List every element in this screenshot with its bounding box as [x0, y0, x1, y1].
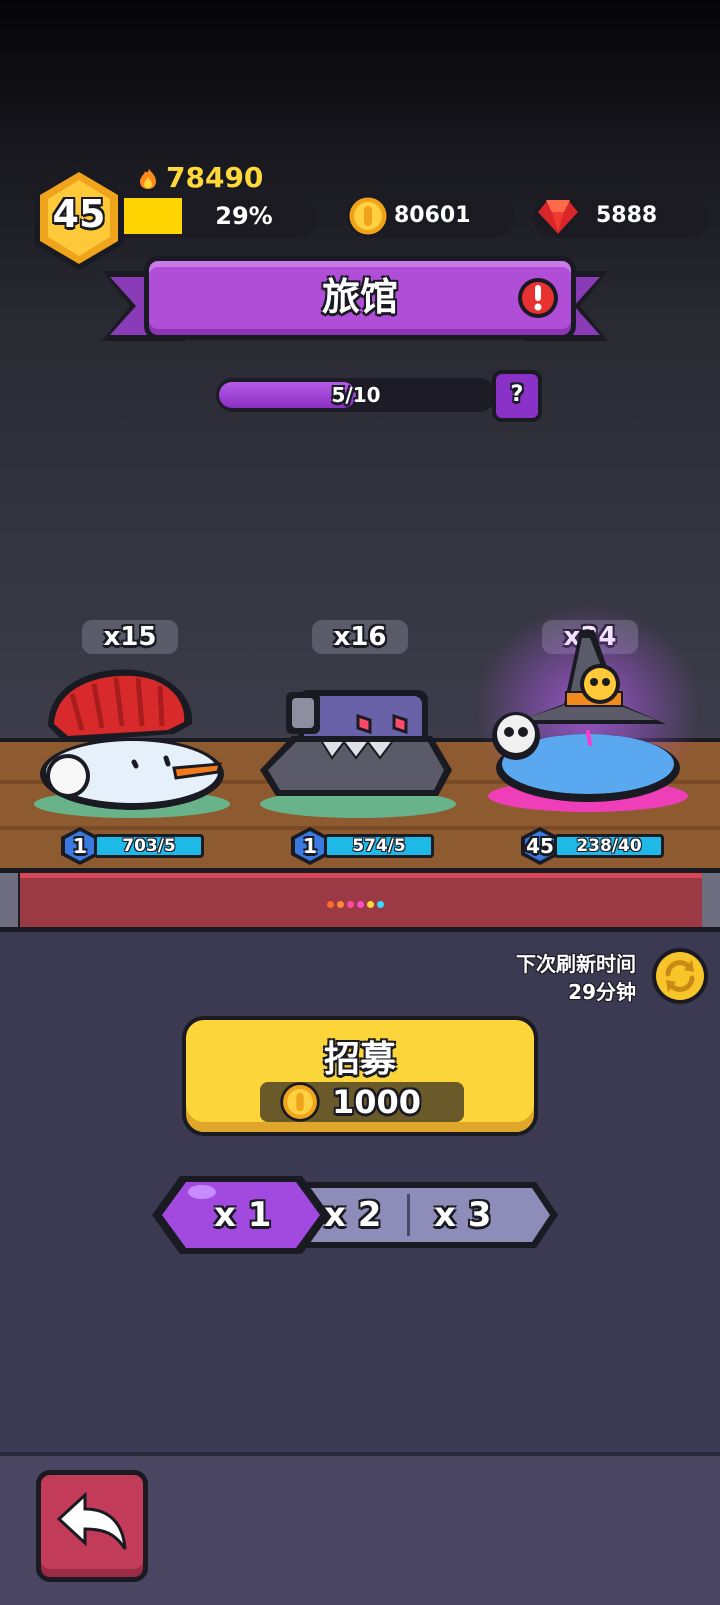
title-banner: 旅馆 [144, 256, 576, 340]
hero-stats-2: 1 574/5 [288, 827, 438, 865]
recruit-button[interactable]: 招募 1000 [182, 1016, 538, 1136]
multiplier-x2[interactable]: x 2 [324, 1170, 381, 1260]
coins-pill[interactable]: 80601 [346, 194, 514, 238]
xp-bar-fill [124, 198, 182, 234]
recruit-label: 招募 [323, 1039, 396, 1080]
hero-count-2: x16 [312, 620, 408, 654]
hero-stat-2: 574/5 [352, 836, 406, 856]
multiplier-selector: x 1 x 2 x 3 [152, 1170, 572, 1260]
xp-bar: 29% [124, 194, 318, 238]
tavern-progress-label: 5/10 [331, 383, 381, 407]
multiplier-x3[interactable]: x 3 [434, 1170, 491, 1260]
player-level: 45 [52, 192, 106, 236]
robot-cannon-hero-icon[interactable] [252, 680, 464, 820]
power-value: 78490 [166, 160, 264, 194]
recruit-cost: 1000 [260, 1082, 464, 1122]
ruby-gem-icon [534, 198, 582, 239]
recruit-cost-value: 1000 [332, 1083, 422, 1121]
hero-stat-3: 238/40 [576, 836, 642, 856]
refresh-timer-value: 29分钟 [568, 980, 636, 1004]
coins-value: 80601 [394, 203, 471, 228]
tavern-counter [0, 868, 720, 932]
hero-stats-1: 1 703/5 [58, 827, 208, 865]
wizard-slime-hero-icon[interactable] [470, 600, 700, 820]
hero-stat-1: 703/5 [122, 836, 176, 856]
help-button[interactable]: ? [492, 370, 542, 422]
back-button[interactable] [36, 1470, 148, 1582]
refresh-timer-label: 下次刷新时间 [516, 952, 636, 976]
gems-pill[interactable]: 5888 [532, 194, 710, 239]
gems-value: 5888 [596, 203, 658, 228]
coin-icon [280, 1082, 320, 1122]
alert-icon[interactable] [516, 276, 560, 320]
back-arrow-icon [56, 1491, 127, 1550]
snowman-hero-icon[interactable] [24, 664, 236, 820]
refresh-timer: 下次刷新时间 29分钟 [516, 950, 636, 1006]
power-display: 78490 [136, 160, 263, 194]
coin-icon [346, 194, 390, 238]
refresh-icon[interactable] [650, 946, 710, 1006]
page-indicator [327, 901, 384, 908]
fire-icon [137, 164, 159, 191]
help-label: ? [510, 382, 524, 407]
page-title: 旅馆 [321, 275, 398, 319]
hero-count-1: x15 [82, 620, 178, 654]
multiplier-x1[interactable]: x 1 [214, 1170, 271, 1260]
hero-stats-3: 45 238/40 [518, 827, 668, 865]
tavern-progress-bar: 5/10 [216, 378, 496, 412]
xp-percent: 29% [215, 202, 273, 230]
